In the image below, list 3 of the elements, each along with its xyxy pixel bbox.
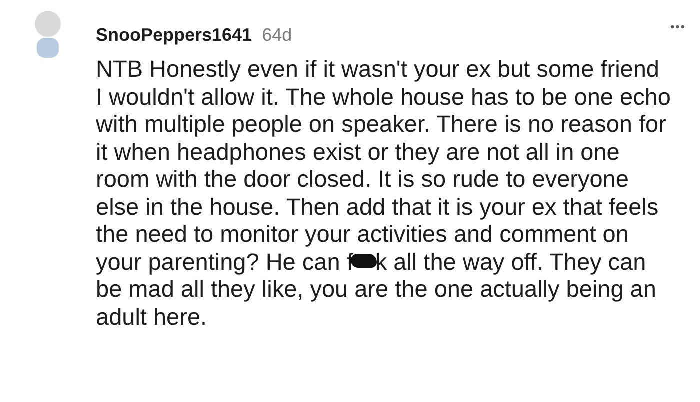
username[interactable]: SnooPeppers1641 [96,24,252,46]
more-options-button[interactable]: ••• [670,20,686,34]
comment-age: 64d [262,24,292,46]
